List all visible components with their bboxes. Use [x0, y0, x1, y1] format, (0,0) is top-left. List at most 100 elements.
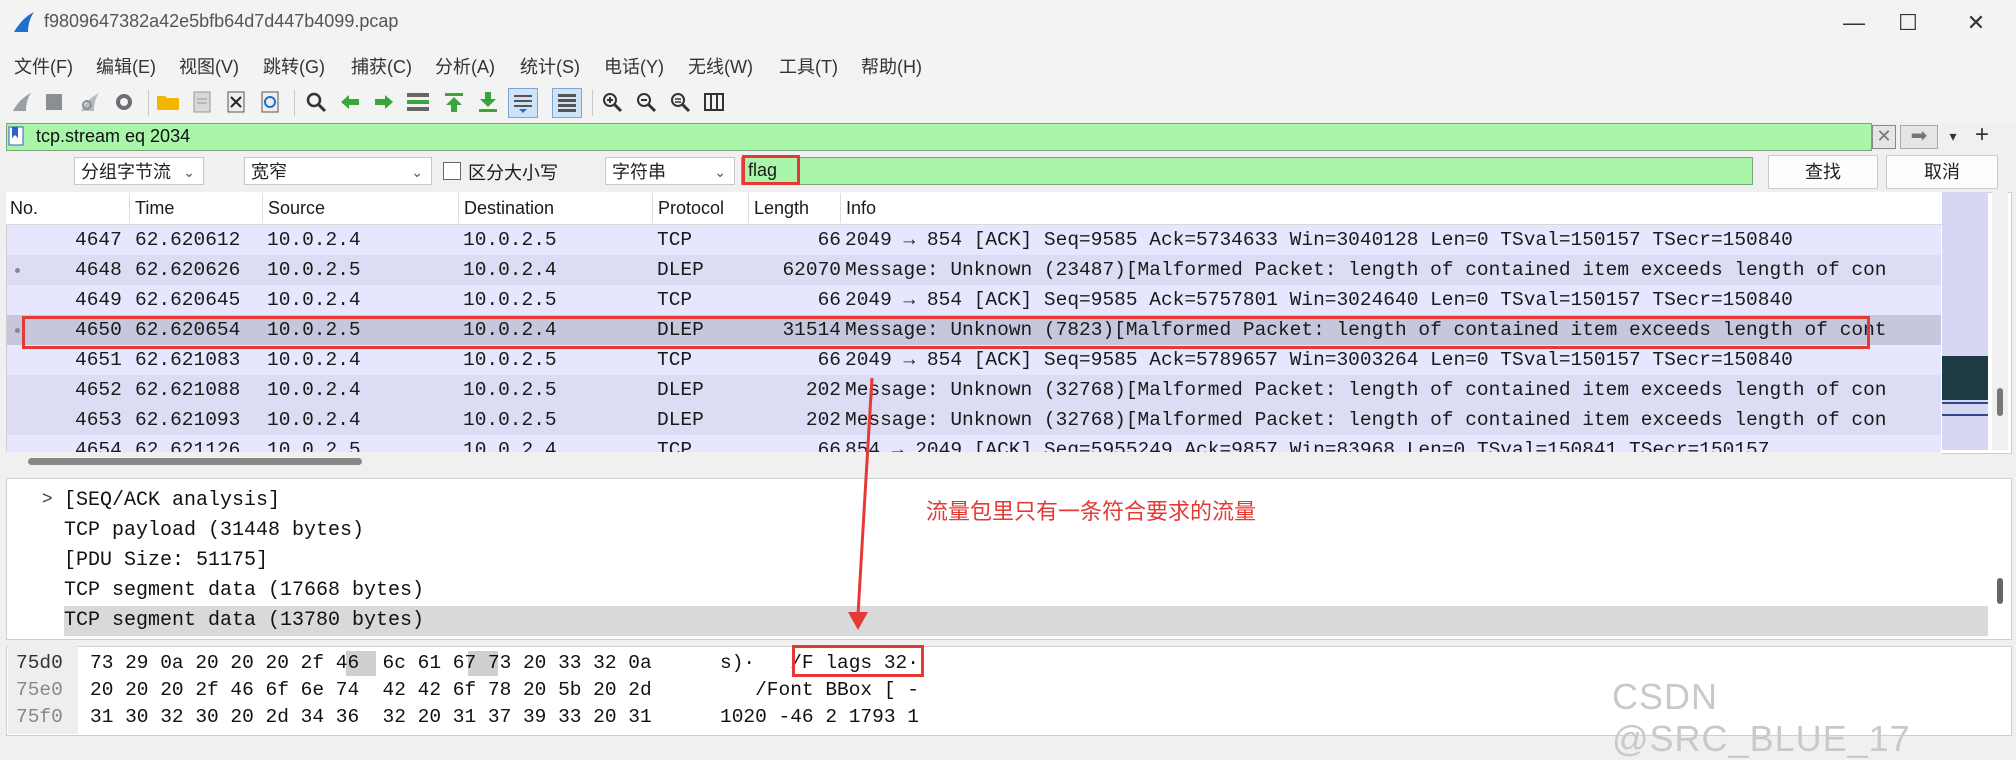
search-in-value: 分组字节流	[81, 162, 171, 182]
menu-edit[interactable]: 编辑(E)	[96, 53, 156, 79]
menu-wireless[interactable]: 无线(W)	[688, 53, 753, 79]
display-filter-input[interactable]	[36, 125, 1536, 147]
menu-tools[interactable]: 工具(T)	[779, 53, 838, 79]
search-in-select[interactable]: 分组字节流 ⌄	[74, 157, 204, 185]
column-destination[interactable]: Destination	[464, 198, 554, 219]
go-back-icon[interactable]	[336, 88, 364, 116]
byte-ascii[interactable]: 1020 -46 2 1793 1	[720, 704, 919, 731]
cell-length: 62070	[782, 259, 841, 281]
case-sensitive-checkbox[interactable]	[443, 162, 461, 180]
cell-destination: 10.0.2.4	[463, 259, 557, 281]
column-protocol[interactable]: Protocol	[658, 198, 724, 219]
reload-icon[interactable]	[256, 88, 284, 116]
find-magnifier-icon[interactable]	[302, 88, 330, 116]
cell-protocol: TCP	[657, 349, 693, 371]
cell-no: 4652	[75, 379, 122, 401]
packet-row[interactable]: 4647 62.620612 10.0.2.4 10.0.2.5 TCP 66 …	[7, 225, 1941, 255]
cell-info: 2049 → 854 [ACK] Seq=9585 Ack=5789657 Wi…	[845, 349, 1793, 371]
shark-fin-start-icon[interactable]	[8, 88, 36, 116]
cell-protocol: TCP	[657, 439, 693, 452]
byte-hex[interactable]: 31 30 32 30 20 2d 34 36 32 20 31 37 39 3…	[90, 704, 652, 731]
byte-ascii[interactable]: /Font BBox [ -	[720, 677, 919, 704]
stop-icon[interactable]	[40, 88, 68, 116]
search-text-field[interactable]	[741, 157, 1753, 185]
maximize-button[interactable]: ☐	[1878, 4, 1938, 42]
menu-capture[interactable]: 捕获(C)	[351, 53, 412, 79]
column-info[interactable]: Info	[846, 198, 876, 219]
related-packet-dot	[15, 328, 20, 333]
detail-line-pdu-size[interactable]: [PDU Size: 51175]	[64, 546, 1984, 576]
cell-time: 62.620612	[135, 229, 241, 251]
go-to-packet-icon[interactable]	[404, 88, 432, 116]
save-file-icon[interactable]	[188, 88, 216, 116]
packet-row[interactable]: 4649 62.620645 10.0.2.4 10.0.2.5 TCP 66 …	[7, 285, 1941, 315]
byte-hex[interactable]: 73 29 0a 20 20 20 2f 46 6c 61 67 73 20 3…	[90, 650, 652, 677]
go-forward-icon[interactable]	[370, 88, 398, 116]
menu-analyze[interactable]: 分析(A)	[435, 53, 495, 79]
byte-offset: 75d0	[16, 652, 63, 674]
menu-view[interactable]: 视图(V)	[179, 53, 239, 79]
options-gear-icon[interactable]	[110, 88, 138, 116]
byte-offset: 75e0	[16, 679, 63, 701]
last-packet-icon[interactable]	[474, 88, 502, 116]
cell-no: 4651	[75, 349, 122, 371]
close-button[interactable]: ✕	[1946, 4, 2006, 42]
cell-source: 10.0.2.5	[267, 439, 361, 452]
packet-row[interactable]: 4651 62.621083 10.0.2.4 10.0.2.5 TCP 66 …	[7, 345, 1941, 375]
menu-go[interactable]: 跳转(G)	[263, 53, 325, 79]
packet-list-hscroll-thumb[interactable]	[28, 458, 362, 465]
zoom-in-icon[interactable]	[598, 88, 626, 116]
first-packet-icon[interactable]	[440, 88, 468, 116]
cell-length: 66	[817, 289, 841, 311]
cell-info: 2049 → 854 [ACK] Seq=9585 Ack=5757801 Wi…	[845, 289, 1793, 311]
window-title: f9809647382a42e5bfb64d7d447b4099.pcap	[44, 11, 399, 31]
wireshark-fin-icon	[14, 12, 34, 32]
cell-protocol: TCP	[657, 289, 693, 311]
bookmark-icon[interactable]	[8, 126, 24, 146]
column-length[interactable]: Length	[754, 198, 809, 219]
resize-columns-icon[interactable]	[700, 88, 728, 116]
colorize-icon[interactable]	[552, 88, 582, 118]
menu-help[interactable]: 帮助(H)	[861, 53, 922, 79]
apply-filter-arrow-icon[interactable]: ➡	[1900, 125, 1938, 149]
details-scroll-thumb[interactable]	[1997, 578, 2003, 604]
char-width-select[interactable]: 宽窄 ⌄	[244, 157, 432, 185]
packet-row-partial[interactable]: 4654 62.621126 10.0.2.5 10.0.2.4 TCP 66 …	[7, 435, 1941, 452]
cell-protocol: DLEP	[657, 259, 704, 281]
cancel-button[interactable]: 取消	[1886, 155, 1998, 189]
byte-hex[interactable]: 20 20 20 2f 46 6f 6e 74 42 42 6f 78 20 5…	[90, 677, 652, 704]
cell-no: 4653	[75, 409, 122, 431]
minimize-button[interactable]: —	[1824, 4, 1884, 42]
filter-history-dropdown-icon[interactable]: ▾	[1943, 125, 1963, 147]
add-filter-button-icon[interactable]: +	[1970, 123, 1994, 149]
chevron-down-icon: ⌄	[183, 164, 195, 180]
open-folder-icon[interactable]	[154, 88, 182, 116]
menu-file[interactable]: 文件(F)	[14, 53, 73, 79]
zoom-reset-icon[interactable]	[666, 88, 694, 116]
packet-row[interactable]: 4653 62.621093 10.0.2.4 10.0.2.5 DLEP 20…	[7, 405, 1941, 435]
cell-time: 62.621083	[135, 349, 241, 371]
cell-length: 202	[805, 409, 841, 431]
cell-source: 10.0.2.4	[267, 409, 361, 431]
packet-row[interactable]: 4652 62.621088 10.0.2.4 10.0.2.5 DLEP 20…	[7, 375, 1941, 405]
clear-filter-icon[interactable]: ✕	[1872, 125, 1896, 149]
restart-icon[interactable]	[76, 88, 104, 116]
menu-statistics[interactable]: 统计(S)	[520, 53, 580, 79]
column-source[interactable]: Source	[268, 198, 325, 219]
packet-row[interactable]: 4648 62.620626 10.0.2.5 10.0.2.4 DLEP 62…	[7, 255, 1941, 285]
column-time[interactable]: Time	[135, 198, 174, 219]
packet-list-scroll-thumb[interactable]	[1997, 388, 2003, 416]
autoscroll-icon[interactable]	[508, 88, 538, 118]
close-file-icon[interactable]	[222, 88, 250, 116]
expand-chevron-icon[interactable]: >	[42, 488, 53, 509]
find-button[interactable]: 查找	[1768, 155, 1878, 189]
detail-line-segment-1[interactable]: TCP segment data (17668 bytes)	[64, 576, 1984, 606]
column-no[interactable]: No.	[10, 198, 38, 219]
cell-info: 2049 → 854 [ACK] Seq=9585 Ack=5734633 Wi…	[845, 229, 1793, 251]
cell-length: 66	[817, 229, 841, 251]
detail-line-segment-2-selected[interactable]: TCP segment data (13780 bytes)	[64, 606, 1988, 636]
search-type-select[interactable]: 字符串 ⌄	[605, 157, 735, 185]
menu-telephony[interactable]: 电话(Y)	[604, 53, 664, 79]
zoom-out-icon[interactable]	[632, 88, 660, 116]
cell-time: 62.621088	[135, 379, 241, 401]
